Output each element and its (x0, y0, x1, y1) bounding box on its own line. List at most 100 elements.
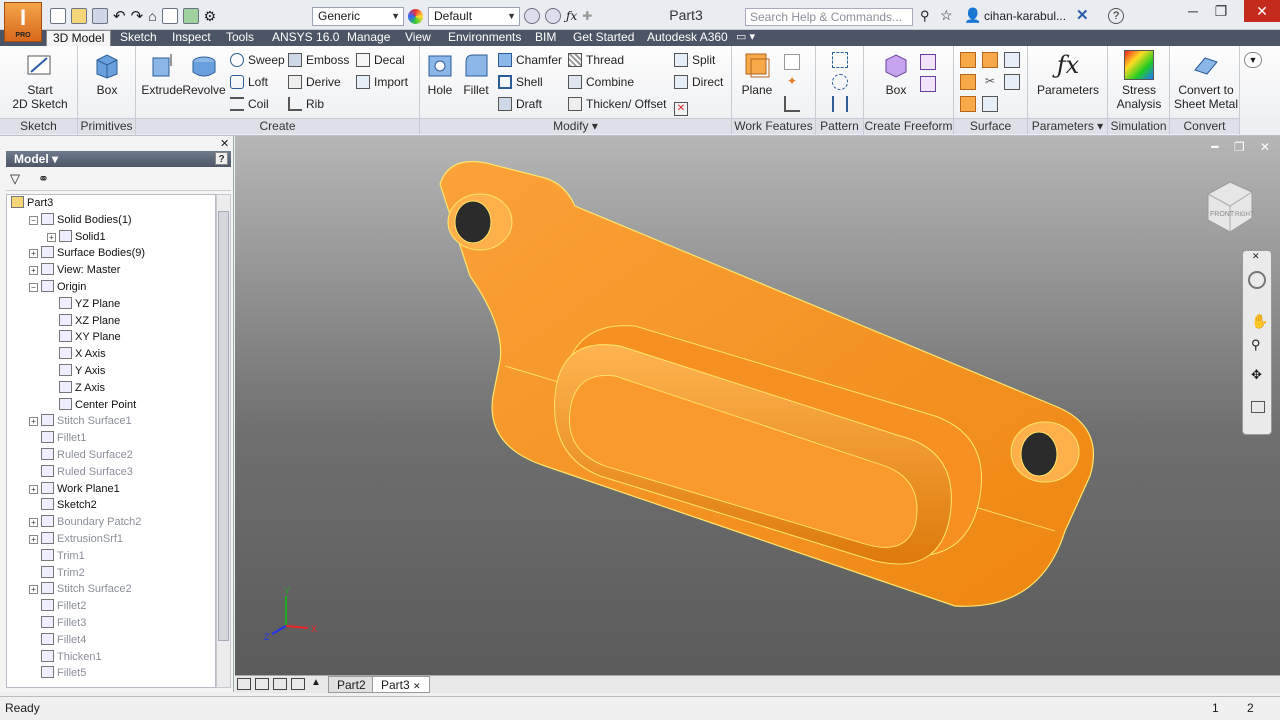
tree-node[interactable]: Thicken1 (29, 649, 102, 666)
browser-help-icon[interactable]: ? (215, 152, 228, 165)
cascade-icon[interactable] (237, 678, 251, 690)
plane-button[interactable]: Plane (736, 50, 778, 97)
replace-face-icon[interactable] (960, 96, 976, 112)
direct-button[interactable]: Direct (674, 74, 723, 90)
user-icon[interactable]: 👤 (964, 7, 981, 24)
graphics-viewport[interactable]: ━ ❐ ✕ FRONT RIGHT ✕ ✋ ⚲ ✥ Y X Z (235, 136, 1280, 675)
panel-title-parameters[interactable]: Parameters ▾ (1028, 118, 1107, 134)
ribbon-toggle-icon[interactable]: ▭ ▾ (736, 30, 755, 43)
tree-scrollbar[interactable] (216, 194, 231, 688)
search-input[interactable]: Search Help & Commands... (745, 8, 913, 26)
tree-node[interactable]: Y Axis (47, 363, 105, 380)
tab-bim[interactable]: BIM (529, 30, 562, 46)
tree-node[interactable]: Ruled Surface2 (29, 447, 133, 464)
trim-icon[interactable]: ✂ (982, 74, 998, 90)
tab-environments[interactable]: Environments (442, 30, 527, 46)
tree-node[interactable]: YZ Plane (47, 296, 120, 313)
tree-node[interactable]: XZ Plane (47, 313, 120, 330)
browser-close-icon[interactable]: ✕ (220, 137, 229, 150)
delete-face-button[interactable]: ✕ (674, 96, 692, 116)
import-button[interactable]: Import (356, 74, 408, 90)
sweep-button[interactable]: Sweep (230, 52, 285, 68)
look-at-icon[interactable] (1251, 401, 1265, 413)
rib-button[interactable]: Rib (288, 96, 324, 112)
tree-expand-icon[interactable]: + (29, 585, 38, 595)
tree-expand-icon[interactable]: − (29, 215, 38, 225)
adjust-icon[interactable] (545, 8, 561, 24)
plus-icon[interactable]: ✚ (582, 9, 592, 23)
new-icon[interactable] (50, 8, 66, 24)
tab-get-started[interactable]: Get Started (567, 30, 640, 46)
tree-node[interactable]: Fillet2 (29, 598, 86, 615)
tree-node[interactable]: − Solid Bodies(1) (29, 212, 132, 229)
tab-autodesk-a360[interactable]: Autodesk A360 (641, 30, 734, 46)
tree-node[interactable]: + Surface Bodies(9) (29, 245, 145, 262)
star-icon[interactable]: ☆ (940, 7, 953, 24)
appearance-select[interactable]: Default (428, 7, 520, 26)
tree-node[interactable]: XY Plane (47, 329, 121, 346)
tab-sketch[interactable]: Sketch (114, 30, 163, 46)
viewcube[interactable]: FRONT RIGHT (1200, 176, 1260, 236)
tile-vertical-icon[interactable] (291, 678, 305, 690)
tree-expand-icon[interactable]: + (29, 535, 38, 544)
stress-analysis-button[interactable]: Stress Analysis (1112, 50, 1166, 111)
fx-icon[interactable]: ƒx (566, 9, 577, 23)
decal-button[interactable]: Decal (356, 52, 405, 68)
doc-tab-close-icon[interactable]: ✕ (413, 681, 421, 691)
tree-node[interactable]: Fillet4 (29, 632, 86, 649)
convert-sheet-metal-button[interactable]: Convert to Sheet Metal (1172, 50, 1240, 111)
open-icon[interactable] (71, 8, 87, 24)
settings-icon[interactable]: ⚙ (204, 8, 217, 25)
split-button[interactable]: Split (674, 52, 715, 68)
start-2d-sketch-button[interactable]: Start 2D Sketch (10, 50, 70, 111)
tree-expand-icon[interactable]: + (47, 232, 56, 242)
work-point-icon[interactable]: ✦ (784, 74, 800, 90)
extend-icon[interactable] (1004, 74, 1020, 90)
box-primitive-button[interactable]: Box (87, 50, 127, 97)
user-name[interactable]: cihan-karabul... (984, 9, 1066, 23)
minimize-icon[interactable]: ─ (1180, 0, 1206, 22)
doc-tab-part3[interactable]: Part3 ✕ (372, 676, 430, 693)
tree-node[interactable]: Z Axis (47, 380, 105, 397)
orbit-icon[interactable]: ✥ (1251, 367, 1262, 383)
tree-node[interactable]: Sketch2 (29, 497, 97, 514)
tab-tools[interactable]: Tools (220, 30, 260, 46)
tab-3d-model[interactable]: 3D Model (46, 30, 112, 46)
rectangular-pattern-icon[interactable] (832, 52, 848, 68)
fillet-button[interactable]: Fillet (458, 50, 494, 97)
draft-button[interactable]: Draft (498, 96, 542, 112)
patch-icon[interactable] (982, 52, 998, 68)
ribbon-options-icon[interactable]: ▼ (1244, 52, 1262, 68)
exchange-icon[interactable]: ✕ (1076, 6, 1089, 24)
tree-expand-icon[interactable]: + (29, 249, 38, 259)
save-icon[interactable] (92, 8, 108, 24)
home-icon[interactable]: ⌂ (148, 8, 156, 24)
tree-expand-icon[interactable]: + (29, 484, 38, 494)
coil-button[interactable]: Coil (230, 96, 269, 112)
tab-ansys[interactable]: ANSYS 16.0 (266, 30, 345, 46)
tree-node[interactable]: Center Point (47, 397, 136, 414)
tree-node[interactable]: + Stitch Surface2 (29, 581, 132, 598)
tree-node[interactable]: Fillet1 (29, 430, 86, 447)
tree-node[interactable]: + Stitch Surface1 (29, 413, 132, 430)
tree-node[interactable]: − Origin (29, 279, 86, 296)
binoculars-icon[interactable]: ⚲ (920, 8, 930, 24)
tree-node[interactable]: X Axis (47, 346, 106, 363)
ruled-surface-icon[interactable] (960, 74, 976, 90)
navbar-close-icon[interactable]: ✕ (1252, 251, 1260, 262)
help-icon[interactable]: ? (1108, 8, 1124, 24)
combine-button[interactable]: Combine (568, 74, 634, 90)
zoom-icon[interactable]: ⚲ (1251, 337, 1261, 353)
freeform-convert-icon[interactable] (920, 76, 936, 92)
undo-icon[interactable]: ↶ (113, 7, 126, 25)
chamfer-button[interactable]: Chamfer (498, 52, 562, 68)
hole-button[interactable]: Hole (422, 50, 458, 97)
tab-inspect[interactable]: Inspect (166, 30, 217, 46)
tree-expand-icon[interactable]: + (29, 417, 38, 427)
ucs-icon[interactable] (784, 96, 800, 112)
application-menu-button[interactable]: I PRO (4, 2, 42, 42)
steering-wheel-icon[interactable] (1248, 271, 1266, 289)
tab-view[interactable]: View (399, 30, 437, 46)
tree-node[interactable]: Ruled Surface3 (29, 464, 133, 481)
tree-node[interactable]: + View: Master (29, 262, 120, 279)
